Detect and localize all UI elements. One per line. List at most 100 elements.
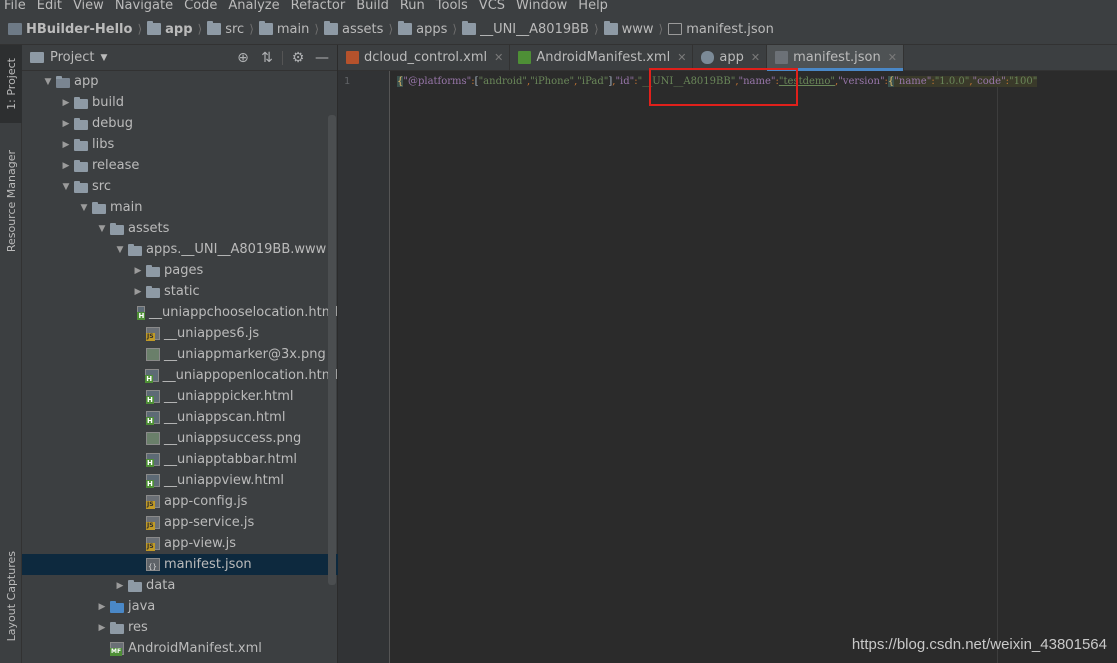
js-file-icon	[146, 495, 160, 509]
chevron-right-icon[interactable]: ▶	[58, 119, 74, 129]
tree-item[interactable]: ▼ src	[22, 176, 338, 197]
breadcrumb-item[interactable]: www	[603, 21, 654, 37]
menu-item-tools[interactable]: Tools	[431, 0, 474, 13]
tree-item[interactable]: ▼ main	[22, 197, 338, 218]
resource-manager-tool-tab[interactable]: Resource Manager	[0, 137, 22, 265]
chevron-right-icon[interactable]: ▶	[94, 623, 110, 633]
chevron-down-icon[interactable]: ▼	[40, 77, 56, 87]
locate-icon[interactable]: ⊕	[234, 49, 252, 67]
tree-item[interactable]: __uniappview.html	[22, 470, 338, 491]
chevron-right-icon[interactable]: ▶	[130, 287, 146, 297]
chevron-down-icon[interactable]: ▼	[58, 182, 74, 192]
tree-item[interactable]: __uniappes6.js	[22, 323, 338, 344]
chevron-right-icon[interactable]: ▶	[94, 602, 110, 612]
tree-item[interactable]: ▼ apps.__UNI__A8019BB.www	[22, 239, 338, 260]
tree-item[interactable]: ▶ debug	[22, 113, 338, 134]
menu-item-window[interactable]: Window	[511, 0, 573, 13]
tree-item-label: app-view.js	[164, 536, 237, 551]
menu-item-vcs[interactable]: VCS	[474, 0, 511, 13]
tree-item[interactable]: __uniappsuccess.png	[22, 428, 338, 449]
tree-item-label: static	[164, 284, 200, 299]
tree-item[interactable]: __uniappopenlocation.html	[22, 365, 338, 386]
tree-item[interactable]: ▶ build	[22, 92, 338, 113]
editor-tab[interactable]: app ✕	[693, 45, 768, 70]
code-editor[interactable]	[391, 71, 1117, 663]
tree-item[interactable]: app-config.js	[22, 491, 338, 512]
breadcrumb-item[interactable]: HBuilder-Hello	[8, 22, 132, 37]
tree-item[interactable]: ▼ app	[22, 71, 338, 92]
tree-item[interactable]: ▶ static	[22, 281, 338, 302]
chevron-right-icon[interactable]: ▶	[130, 266, 146, 276]
folder-icon	[146, 264, 160, 277]
breadcrumb-item[interactable]: __UNI__A8019BB	[462, 21, 589, 37]
watermark: https://blog.csdn.net/weixin_43801564	[851, 636, 1107, 653]
project-view-icon	[30, 52, 44, 63]
tree-item[interactable]: ▶ libs	[22, 134, 338, 155]
close-icon[interactable]: ✕	[751, 51, 760, 64]
breadcrumb-item[interactable]: apps	[398, 21, 447, 37]
tree-item[interactable]: ▶ data	[22, 575, 338, 596]
close-icon[interactable]: ✕	[494, 51, 503, 64]
html-file-icon	[146, 390, 160, 404]
code-key-version: "version"	[838, 76, 885, 87]
menu-item-refactor[interactable]: Refactor	[286, 0, 352, 13]
chevron-right-icon[interactable]: ▶	[112, 581, 128, 591]
tree-item[interactable]: __uniappmarker@3x.png	[22, 344, 338, 365]
breadcrumb-item[interactable]: manifest.json	[668, 22, 774, 37]
editor-tab[interactable]: dcloud_control.xml ✕	[338, 45, 511, 70]
chevron-down-icon[interactable]: ▼	[94, 224, 110, 234]
editor-tab[interactable]: AndroidManifest.xml ✕	[510, 45, 694, 70]
chevron-right-icon[interactable]: ▶	[58, 161, 74, 171]
layout-captures-tool-tab[interactable]: Layout Captures	[0, 541, 22, 651]
breadcrumb-item[interactable]: app	[147, 21, 193, 37]
chevron-right-icon[interactable]: ▶	[58, 140, 74, 150]
tree-item[interactable]: app-service.js	[22, 512, 338, 533]
tree-item[interactable]: ▶ release	[22, 155, 338, 176]
tree-item[interactable]: ▶ java	[22, 596, 338, 617]
tree-item[interactable]: app-view.js	[22, 533, 338, 554]
project-tool-tab[interactable]: 1: Project	[0, 45, 22, 123]
tree-item[interactable]: AndroidManifest.xml	[22, 638, 338, 659]
tree-item[interactable]: manifest.json	[22, 554, 338, 575]
folder-icon	[462, 21, 477, 35]
menu-item-code[interactable]: Code	[179, 0, 223, 13]
resource-manager-label: Resource Manager	[4, 149, 18, 253]
close-icon[interactable]: ✕	[677, 51, 686, 64]
tree-item[interactable]: __uniappscan.html	[22, 407, 338, 428]
collapse-all-icon[interactable]: ⇅	[258, 49, 276, 67]
tree-item[interactable]: ▶ pages	[22, 260, 338, 281]
menu-item-navigate[interactable]: Navigate	[110, 0, 179, 13]
menu-item-run[interactable]: Run	[395, 0, 431, 13]
project-panel-title[interactable]: Project	[50, 50, 94, 65]
gear-icon[interactable]: ⚙	[289, 49, 307, 67]
project-tree-scrollbar[interactable]	[328, 115, 336, 585]
folder-icon	[110, 621, 124, 634]
breadcrumb-separator-icon: ⟩	[658, 22, 664, 36]
close-icon[interactable]: ✕	[888, 51, 897, 64]
tree-item-label: res	[128, 620, 148, 635]
json-file-icon	[775, 51, 789, 64]
tree-item[interactable]: ▶ res	[22, 617, 338, 638]
breadcrumb-item[interactable]: main	[258, 21, 309, 37]
menu-item-view[interactable]: View	[68, 0, 110, 13]
tree-item[interactable]: __uniapptabbar.html	[22, 449, 338, 470]
highlight-annotation-box	[649, 68, 798, 106]
minimize-icon[interactable]: —	[313, 49, 331, 67]
chevron-down-icon[interactable]: ▼	[100, 53, 107, 63]
chevron-down-icon[interactable]: ▼	[76, 203, 92, 213]
tree-item[interactable]: __uniapppicker.html	[22, 386, 338, 407]
source-folder-icon	[110, 600, 124, 613]
editor-tab[interactable]: manifest.json ✕	[767, 45, 904, 71]
menu-item-file[interactable]: File	[0, 0, 32, 13]
tree-item[interactable]: ▼ assets	[22, 218, 338, 239]
chevron-down-icon[interactable]: ▼	[112, 245, 128, 255]
tree-item[interactable]: __uniappchooselocation.html	[22, 302, 338, 323]
menu-item-build[interactable]: Build	[351, 0, 395, 13]
breadcrumb-item[interactable]: src	[207, 21, 244, 37]
chevron-right-icon[interactable]: ▶	[58, 98, 74, 108]
breadcrumb-item[interactable]: assets	[324, 21, 383, 37]
menu-item-analyze[interactable]: Analyze	[223, 0, 285, 13]
breadcrumb-label: HBuilder-Hello	[26, 21, 133, 37]
menu-item-help[interactable]: Help	[573, 0, 614, 13]
menu-item-edit[interactable]: Edit	[32, 0, 68, 13]
